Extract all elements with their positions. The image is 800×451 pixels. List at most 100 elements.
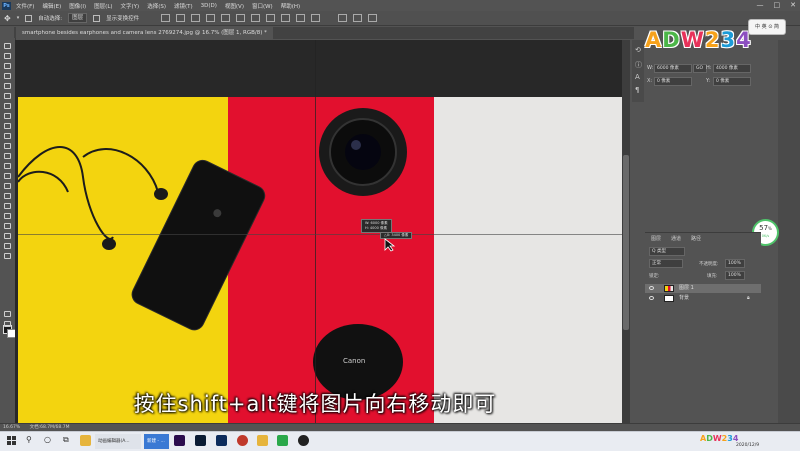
task-view-icon[interactable]: ⧉ bbox=[63, 435, 74, 446]
tab-paths[interactable]: 路径 bbox=[691, 235, 701, 242]
eyedropper-tool-icon[interactable] bbox=[4, 103, 11, 109]
menu-type[interactable]: 文字(Y) bbox=[121, 2, 140, 10]
clone-stamp-tool-icon[interactable] bbox=[4, 133, 11, 139]
scrollbar-thumb[interactable] bbox=[623, 155, 629, 330]
guide-line-horizontal[interactable] bbox=[18, 234, 624, 235]
layer-row-background[interactable]: 背景 🔒︎ bbox=[645, 294, 761, 303]
width-field[interactable]: 6000 像素 bbox=[654, 64, 692, 73]
info-icon[interactable]: ⓘ bbox=[635, 60, 642, 70]
show-transform-checkbox[interactable] bbox=[93, 14, 101, 22]
layer-kind-filter[interactable]: Q 类型 bbox=[649, 247, 685, 256]
document-tab[interactable]: smartphone besides earphones and camera … bbox=[16, 27, 273, 39]
type-tool-icon[interactable] bbox=[4, 203, 11, 209]
paragraph-icon[interactable]: ¶ bbox=[635, 86, 639, 94]
menu-window[interactable]: 窗口(W) bbox=[252, 2, 273, 10]
layer-row-layer1[interactable]: 图层 1 bbox=[645, 284, 761, 293]
dodge-tool-icon[interactable] bbox=[4, 183, 11, 189]
dropdown-arrow-icon[interactable]: ▾ bbox=[17, 15, 20, 21]
distribute-bottom-icon[interactable] bbox=[281, 14, 291, 22]
distribute-right-icon[interactable] bbox=[311, 14, 321, 22]
distribute-top-icon[interactable] bbox=[251, 14, 261, 22]
quick-mask-icon[interactable] bbox=[4, 311, 11, 317]
move-tool-icon[interactable] bbox=[4, 43, 11, 49]
align-top-icon[interactable] bbox=[161, 14, 171, 22]
align-left-icon[interactable] bbox=[206, 14, 216, 22]
opacity-field[interactable]: 100% bbox=[725, 259, 745, 268]
quick-select-tool-icon[interactable] bbox=[4, 73, 11, 79]
align-right-icon[interactable] bbox=[236, 14, 246, 22]
frame-tool-icon[interactable] bbox=[4, 93, 11, 99]
search-icon[interactable]: ⚲ bbox=[26, 435, 37, 446]
menu-help[interactable]: 帮助(H) bbox=[281, 2, 300, 10]
wechat-icon[interactable] bbox=[277, 435, 288, 446]
align-bottom-icon[interactable] bbox=[191, 14, 201, 22]
fill-field[interactable]: 100% bbox=[725, 271, 745, 280]
photoshop-taskbar-icon-2[interactable] bbox=[216, 435, 227, 446]
eraser-tool-icon[interactable] bbox=[4, 153, 11, 159]
align-middle-icon[interactable] bbox=[176, 14, 186, 22]
minimize-button[interactable]: — bbox=[757, 1, 764, 9]
visibility-eye-icon[interactable] bbox=[649, 296, 654, 300]
menu-view[interactable]: 视图(V) bbox=[225, 2, 244, 10]
history-brush-tool-icon[interactable] bbox=[4, 143, 11, 149]
gradient-tool-icon[interactable] bbox=[4, 163, 11, 169]
y-field[interactable]: 0 像素 bbox=[713, 77, 751, 86]
camera-lens-top bbox=[319, 108, 407, 196]
menu-layer[interactable]: 图层(L) bbox=[94, 2, 112, 10]
tab-layers[interactable]: 图层 bbox=[651, 235, 661, 242]
menu-select[interactable]: 选择(S) bbox=[147, 2, 166, 10]
character-icon[interactable]: A bbox=[635, 73, 640, 81]
photoshop-taskbar-icon[interactable] bbox=[195, 435, 206, 446]
screen-mode-icon[interactable] bbox=[4, 321, 11, 327]
start-windows-icon[interactable] bbox=[6, 435, 17, 446]
history-icon[interactable]: ⟲ bbox=[635, 46, 641, 54]
file-explorer-icon[interactable] bbox=[80, 435, 91, 446]
x-field[interactable]: 0 像素 bbox=[654, 77, 692, 86]
ime-toolbar[interactable]: 中 英 ⊙ 简 bbox=[748, 19, 786, 35]
crop-tool-icon[interactable] bbox=[4, 83, 11, 89]
blend-mode-select[interactable]: 正常 bbox=[649, 259, 683, 268]
image-canvas[interactable]: Canon bbox=[18, 97, 624, 431]
menu-image[interactable]: 图像(I) bbox=[69, 2, 86, 10]
3d-pan-icon[interactable] bbox=[368, 14, 378, 22]
menu-edit[interactable]: 编辑(E) bbox=[42, 2, 61, 10]
link-toggle[interactable]: GO bbox=[693, 64, 707, 73]
auto-select-dropdown[interactable]: 图层 bbox=[68, 13, 88, 23]
move-tool-icon[interactable]: ✥ bbox=[4, 14, 11, 23]
close-button[interactable]: ✕ bbox=[790, 1, 796, 9]
path-select-tool-icon[interactable] bbox=[4, 213, 11, 219]
blur-tool-icon[interactable] bbox=[4, 173, 11, 179]
guide-line-vertical[interactable] bbox=[315, 40, 316, 431]
brush-tool-icon[interactable] bbox=[4, 123, 11, 129]
premiere-icon[interactable] bbox=[174, 435, 185, 446]
taskbar-clock[interactable]: 2020/12/9 bbox=[736, 443, 759, 448]
browser-icon[interactable] bbox=[237, 435, 248, 446]
taskbar-app-new[interactable]: 新建 - ... bbox=[144, 434, 169, 449]
menu-filter[interactable]: 滤镜(T) bbox=[174, 2, 193, 10]
zoom-level[interactable]: 16.67% bbox=[3, 425, 20, 430]
menu-3d[interactable]: 3D(D) bbox=[201, 3, 217, 9]
menu-file[interactable]: 文件(F) bbox=[16, 2, 34, 10]
visibility-eye-icon[interactable] bbox=[649, 286, 654, 290]
3d-mode-icon[interactable] bbox=[338, 14, 348, 22]
pen-tool-icon[interactable] bbox=[4, 193, 11, 199]
align-center-icon[interactable] bbox=[221, 14, 231, 22]
3d-rotate-icon[interactable] bbox=[353, 14, 363, 22]
distribute-left-icon[interactable] bbox=[296, 14, 306, 22]
lasso-tool-icon[interactable] bbox=[4, 63, 11, 69]
auto-select-checkbox[interactable] bbox=[25, 14, 33, 22]
height-field[interactable]: 4000 像素 bbox=[713, 64, 751, 73]
recorder-icon[interactable] bbox=[298, 435, 309, 446]
healing-brush-tool-icon[interactable] bbox=[4, 113, 11, 119]
folder-icon[interactable] bbox=[257, 435, 268, 446]
cortana-icon[interactable]: ○ bbox=[44, 435, 55, 446]
marquee-tool-icon[interactable] bbox=[4, 53, 11, 59]
edit-toolbar-icon[interactable] bbox=[4, 253, 11, 259]
shape-tool-icon[interactable] bbox=[4, 223, 11, 229]
zoom-tool-icon[interactable] bbox=[4, 243, 11, 249]
maximize-button[interactable]: □ bbox=[774, 1, 781, 9]
hand-tool-icon[interactable] bbox=[4, 233, 11, 239]
taskbar-app-animation[interactable]: 动画编辑器(A... bbox=[95, 434, 141, 449]
tab-channels[interactable]: 通道 bbox=[671, 235, 681, 242]
distribute-middle-icon[interactable] bbox=[266, 14, 276, 22]
